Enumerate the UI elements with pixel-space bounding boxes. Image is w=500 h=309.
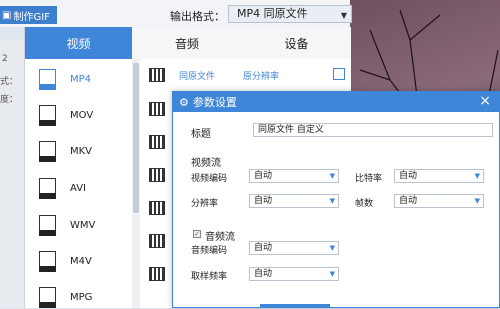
resolution-value: 自动 <box>254 196 273 206</box>
format-item-mov[interactable]: MOV <box>39 103 119 127</box>
format-label-partial: 式： <box>0 77 19 87</box>
toolbar: ▣ 制作GIF 输出格式： MP4 同原文件 ▼ <box>0 0 352 27</box>
output-format-label: 输出格式： <box>170 10 225 23</box>
video-file-icon <box>39 214 56 236</box>
format-item-mp4[interactable]: MP4 <box>39 67 119 91</box>
sample-rate-value: 自动 <box>254 269 273 279</box>
scrollbar-thumb[interactable] <box>133 63 139 213</box>
tab-audio[interactable]: 音频 <box>132 27 242 59</box>
fps-select[interactable]: 自动 ▼ <box>394 194 484 208</box>
format-item-m4v[interactable]: M4V <box>39 249 119 273</box>
video-file-icon <box>39 68 56 90</box>
tab-video[interactable]: 视频 <box>25 27 132 59</box>
close-icon[interactable]: × <box>479 93 491 109</box>
format-name: MP4 <box>70 73 92 85</box>
chevron-down-icon: ▼ <box>340 11 347 20</box>
video-file-icon <box>39 250 56 272</box>
quality-label-partial: 度： <box>0 95 19 105</box>
edit-icon[interactable] <box>333 68 345 80</box>
tab-device[interactable]: 设备 <box>242 27 351 59</box>
resolution-row[interactable]: 同原文件 原分辨率 <box>149 65 345 85</box>
left-strip: 2 式： 度： <box>0 40 24 308</box>
format-item-mpg[interactable]: MPG <box>39 285 119 309</box>
chevron-down-icon: ▼ <box>329 172 335 180</box>
video-file-icon <box>39 177 56 199</box>
bitrate-select[interactable]: 自动 ▼ <box>394 169 484 183</box>
video-codec-select[interactable]: 自动 ▼ <box>249 169 339 183</box>
edit-count: 2 <box>2 54 8 64</box>
format-list-scrollbar[interactable] <box>132 59 140 308</box>
film-strip-icon <box>149 68 165 82</box>
film-strip-icon <box>149 201 165 215</box>
resolution-name: 同原文件 <box>179 71 216 82</box>
format-name: WMV <box>70 219 96 231</box>
resolution-value: 原分辨率 <box>243 71 280 82</box>
bitrate-value: 自动 <box>399 171 418 181</box>
video-file-icon <box>39 140 56 162</box>
audio-codec-label: 音频编码 <box>191 246 228 256</box>
video-file-icon <box>39 286 56 308</box>
watermark: 软件技巧 <box>401 264 494 289</box>
make-gif-label: 制作GIF <box>13 11 50 23</box>
video-codec-value: 自动 <box>254 171 273 181</box>
film-strip-icon <box>149 135 165 149</box>
format-item-mkv[interactable]: MKV <box>39 139 119 163</box>
title-label: 标题 <box>191 129 211 140</box>
title-input[interactable]: 同原文件 自定义 <box>253 123 493 137</box>
title-input-value: 同原文件 自定义 <box>258 125 324 135</box>
output-format-value: MP4 同原文件 <box>237 7 308 20</box>
chevron-down-icon: ▼ <box>329 197 335 205</box>
video-codec-label: 视频编码 <box>191 174 228 184</box>
format-list: MP4 MOV MKV AVI WMV M4V MPG <box>25 59 132 308</box>
resolution-label: 分辨率 <box>191 199 219 209</box>
chevron-down-icon: ▼ <box>474 172 480 180</box>
fps-value: 自动 <box>399 196 418 206</box>
chevron-down-icon: ▼ <box>329 244 335 252</box>
film-icon: ▣ <box>2 9 12 21</box>
format-item-avi[interactable]: AVI <box>39 176 119 200</box>
make-gif-button[interactable]: ▣ 制作GIF <box>0 6 57 24</box>
chevron-down-icon: ▼ <box>329 270 335 278</box>
video-file-icon <box>39 104 56 126</box>
fps-label: 帧数 <box>355 199 374 209</box>
output-format-select[interactable]: MP4 同原文件 ▼ <box>228 5 352 23</box>
gear-icon: ⚙ <box>179 95 189 109</box>
format-name: MPG <box>70 291 93 303</box>
format-item-wmv[interactable]: WMV <box>39 213 119 237</box>
resolution-select[interactable]: 自动 ▼ <box>249 194 339 208</box>
dialog-titlebar: ⚙ 参数设置 × <box>173 92 499 112</box>
format-name: M4V <box>70 255 92 267</box>
format-tabs: 视频 音频 设备 <box>25 27 351 59</box>
bitrate-label: 比特率 <box>355 174 383 184</box>
video-stream-heading: 视频流 <box>191 158 221 169</box>
audio-stream-checkbox[interactable]: ✓ <box>193 230 201 238</box>
film-strip-icon <box>149 168 165 182</box>
dialog-title: 参数设置 <box>192 96 237 109</box>
sample-rate-label: 取样频率 <box>191 272 228 282</box>
film-strip-icon <box>149 267 165 281</box>
audio-codec-select[interactable]: 自动 ▼ <box>249 241 339 255</box>
film-strip-icon <box>149 234 165 248</box>
chevron-down-icon: ▼ <box>474 197 480 205</box>
format-name: MKV <box>70 145 93 157</box>
film-strip-icon <box>149 102 165 116</box>
audio-codec-value: 自动 <box>254 243 273 253</box>
confirm-button[interactable] <box>260 304 330 308</box>
sample-rate-select[interactable]: 自动 ▼ <box>249 267 339 281</box>
audio-stream-heading: 音频流 <box>205 232 235 243</box>
format-name: MOV <box>70 109 94 121</box>
format-name: AVI <box>70 182 86 194</box>
